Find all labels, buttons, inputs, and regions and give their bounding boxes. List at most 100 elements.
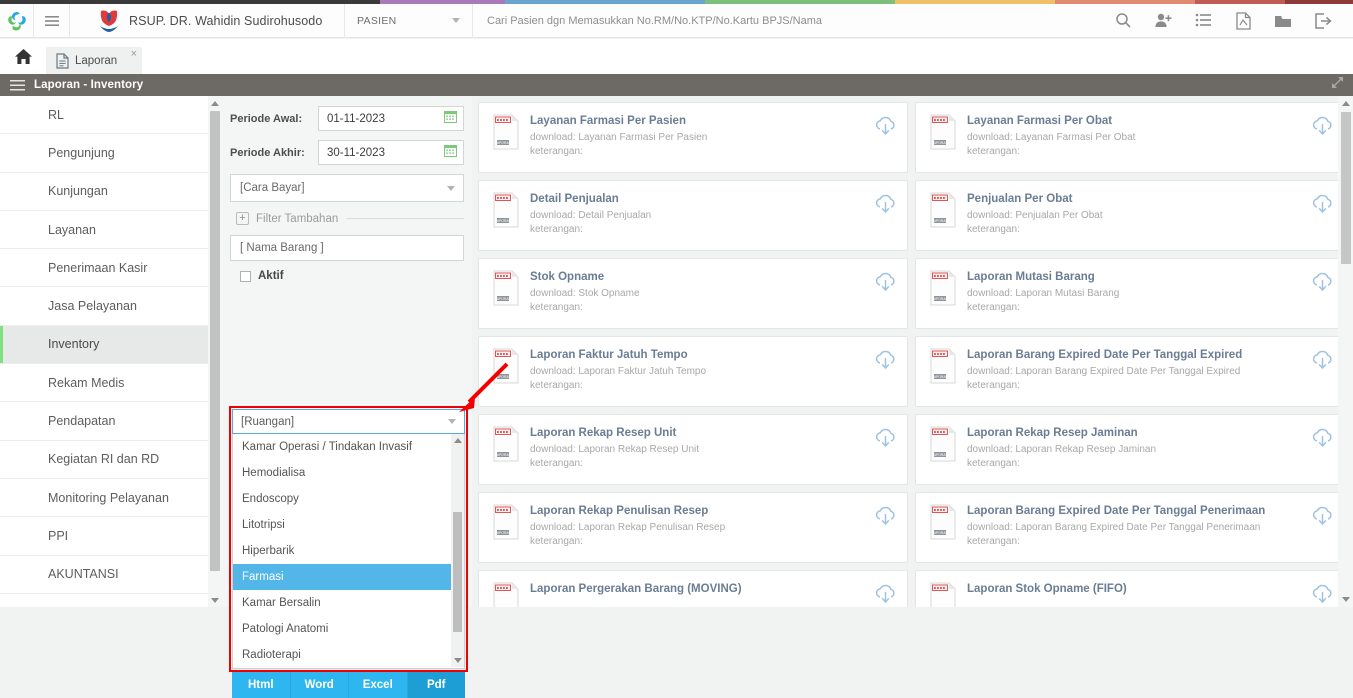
download-button[interactable] — [1311, 194, 1334, 220]
sidebar-scrollbar[interactable] — [208, 96, 222, 607]
ruangan-option[interactable]: Kamar Operasi / Tindakan Invasif — [233, 434, 464, 460]
scroll-up-icon[interactable] — [208, 96, 222, 110]
aktif-label: Aktif — [258, 270, 284, 282]
aktif-checkbox[interactable] — [240, 271, 251, 282]
svg-text:LAPORAN: LAPORAN — [495, 453, 512, 457]
scroll-down-icon[interactable] — [208, 593, 222, 607]
export-excel-button[interactable]: Excel — [349, 672, 408, 698]
report-card[interactable]: LAPORANLaporan Rekap Resep Jaminandownlo… — [915, 414, 1345, 485]
sidebar-item-jasa-pelayanan[interactable]: Jasa Pelayanan — [0, 287, 208, 325]
report-card[interactable]: LAPORANLaporan Rekap Penulisan Resepdown… — [478, 492, 908, 563]
report-card[interactable]: LAPORANDetail Penjualandownload: Detail … — [478, 180, 908, 251]
plus-square-icon[interactable]: + — [236, 212, 249, 225]
scrollbar-thumb[interactable] — [210, 111, 220, 571]
calendar-icon[interactable] — [444, 110, 457, 128]
ruangan-scrollbar[interactable] — [451, 434, 464, 667]
sidebar-item-ppi[interactable]: PPI — [0, 517, 208, 555]
scroll-up-icon[interactable] — [1338, 96, 1353, 111]
export-html-button[interactable]: Html — [232, 672, 291, 698]
scrollbar-thumb[interactable] — [453, 512, 462, 632]
cara-bayar-select[interactable]: [Cara Bayar] — [230, 174, 464, 202]
tab-laporan[interactable]: Laporan × — [46, 47, 142, 74]
report-card[interactable]: LAPORANLaporan Faktur Jatuh Tempodownloa… — [478, 336, 908, 407]
report-card[interactable]: LAPORANPenjualan Per Obatdownload: Penju… — [915, 180, 1345, 251]
ruangan-option[interactable]: Radioterapi — [233, 642, 464, 668]
download-button[interactable] — [874, 272, 897, 298]
download-button[interactable] — [1311, 506, 1334, 532]
report-file-icon: LAPORAN — [491, 114, 521, 150]
periode-akhir-input[interactable]: 30-11-2023 — [318, 140, 464, 165]
patient-search-field[interactable]: Cari Pasien dgn Memasukkan No.RM/No.KTP/… — [473, 4, 1103, 38]
download-button[interactable] — [874, 116, 897, 142]
report-card[interactable]: LAPORANLaporan Pergerakan Barang (MOVING… — [478, 570, 908, 607]
close-icon[interactable]: × — [131, 49, 137, 60]
add-user-icon[interactable] — [1143, 4, 1183, 38]
sidebar-item-pendapatan[interactable]: Pendapatan — [0, 402, 208, 440]
patient-type-selector[interactable]: PASIEN — [345, 4, 473, 38]
sidebar-item-monitoring-pelayanan[interactable]: Monitoring Pelayanan — [0, 479, 208, 517]
download-button[interactable] — [1311, 350, 1334, 376]
report-card[interactable]: LAPORANLayanan Farmasi Per Obatdownload:… — [915, 102, 1345, 173]
sidebar-item-akuntansi[interactable]: AKUNTANSI — [0, 556, 208, 594]
export-word-button[interactable]: Word — [291, 672, 350, 698]
svg-text:LAPORAN: LAPORAN — [495, 141, 512, 145]
ruangan-option[interactable]: Farmasi — [233, 564, 464, 590]
report-title: Penjualan Per Obat — [967, 193, 1311, 206]
ruangan-option[interactable]: Hemodialisa — [233, 460, 464, 486]
cloud-download-icon — [874, 350, 897, 371]
download-button[interactable] — [874, 506, 897, 532]
report-card[interactable]: LAPORANLaporan Barang Expired Date Per T… — [915, 492, 1345, 563]
report-card[interactable]: LAPORANLaporan Stok Opname (FIFO) — [915, 570, 1345, 607]
download-button[interactable] — [874, 428, 897, 454]
ruangan-select[interactable]: [Ruangan] — [232, 409, 465, 434]
filter-tambahan-section[interactable]: + Filter Tambahan — [230, 212, 464, 225]
nama-barang-input[interactable]: [ Nama Barang ] — [230, 235, 464, 261]
main-scrollbar[interactable] — [1338, 96, 1353, 607]
list-icon[interactable] — [1183, 4, 1223, 38]
home-tab-button[interactable] — [0, 39, 46, 74]
scrollbar-thumb[interactable] — [1341, 112, 1351, 264]
download-button[interactable] — [1311, 272, 1334, 298]
search-icon[interactable] — [1103, 4, 1143, 38]
pdf-file-icon[interactable] — [1223, 4, 1263, 38]
app-logo[interactable] — [0, 4, 34, 38]
ruangan-option[interactable]: Patologi Anatomi — [233, 616, 464, 642]
page-menu-button[interactable] — [0, 80, 34, 91]
sidebar-item-kegiatan-ri-dan-rd[interactable]: Kegiatan RI dan RD — [0, 441, 208, 479]
sidebar-item-rl[interactable]: RL — [0, 96, 208, 134]
report-card[interactable]: LAPORANLayanan Farmasi Per Pasiendownloa… — [478, 102, 908, 173]
ruangan-option-list[interactable]: Kamar Operasi / Tindakan InvasifHemodial… — [232, 434, 465, 669]
download-button[interactable] — [1311, 116, 1334, 142]
report-card[interactable]: LAPORANLaporan Rekap Resep Unitdownload:… — [478, 414, 908, 485]
ruangan-option[interactable]: Litotripsi — [233, 512, 464, 538]
download-button[interactable] — [874, 350, 897, 376]
ruangan-option[interactable]: Kamar Bersalin — [233, 590, 464, 616]
sidebar-item-layanan[interactable]: Layanan — [0, 211, 208, 249]
logout-icon[interactable] — [1303, 4, 1343, 38]
scroll-down-icon[interactable] — [1338, 592, 1353, 607]
sidebar-item-pengunjung[interactable]: Pengunjung — [0, 134, 208, 172]
download-button[interactable] — [874, 194, 897, 220]
svg-text:LAPORAN: LAPORAN — [495, 297, 512, 301]
sidebar-item-inventory[interactable]: Inventory — [0, 326, 208, 364]
sidebar-item-rekam-medis[interactable]: Rekam Medis — [0, 364, 208, 402]
scroll-down-icon[interactable] — [451, 654, 464, 667]
aktif-checkbox-row[interactable]: Aktif — [240, 270, 464, 282]
sidebar-item-kunjungan[interactable]: Kunjungan — [0, 173, 208, 211]
scroll-up-icon[interactable] — [451, 434, 464, 447]
folder-icon[interactable] — [1263, 4, 1303, 38]
sidebar-item-penerimaan-kasir[interactable]: Penerimaan Kasir — [0, 249, 208, 287]
calendar-icon[interactable] — [444, 144, 457, 162]
expand-arrow-icon[interactable] — [1331, 76, 1344, 94]
report-card[interactable]: LAPORANLaporan Barang Expired Date Per T… — [915, 336, 1345, 407]
ruangan-option[interactable]: Hiperbarik — [233, 538, 464, 564]
main-menu-button[interactable] — [34, 4, 70, 38]
download-button[interactable] — [1311, 584, 1334, 607]
download-button[interactable] — [874, 584, 897, 607]
ruangan-option[interactable]: Endoscopy — [233, 486, 464, 512]
download-button[interactable] — [1311, 428, 1334, 454]
report-card[interactable]: LAPORANStok Opnamedownload: Stok Opnamek… — [478, 258, 908, 329]
export-pdf-button[interactable]: Pdf — [408, 672, 466, 698]
periode-awal-input[interactable]: 01-11-2023 — [318, 106, 464, 131]
report-card[interactable]: LAPORANLaporan Mutasi Barangdownload: La… — [915, 258, 1345, 329]
